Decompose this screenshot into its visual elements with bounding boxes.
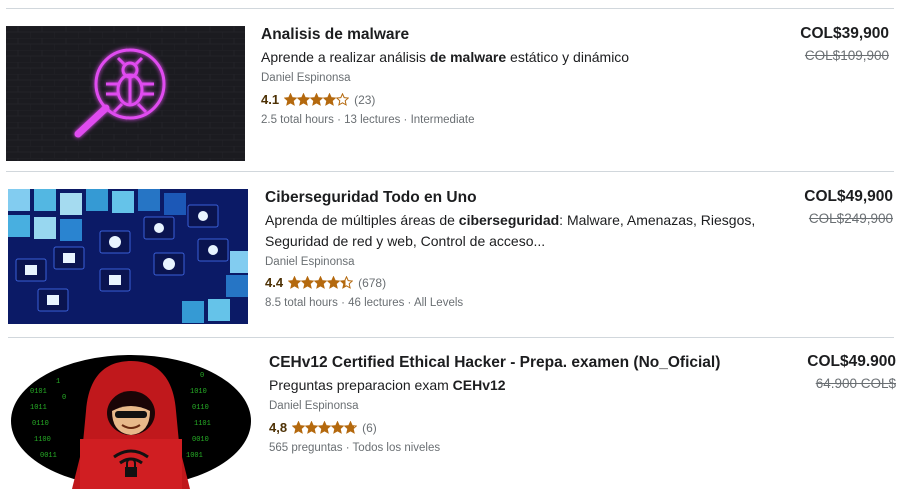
hooded-hacker-icon: 0101 1011 0110 1100 0011 1010 0110 1101 0010 1… (11, 355, 251, 489)
svg-text:1101: 1101 (194, 420, 211, 428)
rating-value: 4,8 (269, 420, 288, 435)
svg-text:1010: 1010 (190, 388, 207, 396)
star-icon (344, 421, 358, 434)
svg-text:1: 1 (56, 378, 60, 386)
course-rating-2: 4.4 (678) (265, 275, 386, 290)
course-rating-1: 4.1 (23) (261, 92, 375, 107)
security-tiles-icon (8, 189, 248, 324)
course-author-2: Daniel Espinonsa (265, 256, 355, 268)
row-divider-2 (8, 337, 894, 338)
course-title-3[interactable]: CEHv12 Certified Ethical Hacker - Prepa.… (269, 354, 720, 372)
svg-text:0101: 0101 (30, 388, 47, 396)
course-title-2[interactable]: Ciberseguridad Todo en Uno (265, 189, 477, 207)
svg-text:0: 0 (62, 394, 66, 402)
course-author-1: Daniel Espinonsa (261, 72, 351, 84)
magnifier-bug-icon (6, 26, 245, 161)
course-rating-3: 4,8 (6) (269, 420, 377, 435)
svg-text:1011: 1011 (30, 404, 47, 412)
star-icon (314, 276, 328, 289)
star-icon (297, 93, 311, 106)
star-icon (323, 93, 337, 106)
star-icon (318, 421, 332, 434)
svg-text:0110: 0110 (32, 420, 49, 428)
row-divider-1 (6, 171, 894, 172)
top-divider (6, 8, 894, 9)
star-icon (305, 421, 319, 434)
star-icon (327, 276, 341, 289)
course-description-3: Preguntas preparacion exam CEHv12 (269, 377, 506, 393)
svg-text:1100: 1100 (34, 436, 51, 444)
star-icon (292, 421, 306, 434)
star-icon (336, 93, 350, 106)
course-price-3: COL$49.900 (807, 353, 896, 370)
course-thumbnail-3[interactable]: 0101 1011 0110 1100 0011 1010 0110 1101 0010 1… (10, 353, 253, 489)
course-meta-1: 2.5 total hours · 13 lectures · Intermed… (261, 114, 475, 126)
star-icon (310, 93, 324, 106)
review-count: (678) (358, 275, 387, 290)
course-thumbnail-2[interactable] (8, 189, 248, 324)
rating-stars (284, 93, 350, 106)
star-icon (301, 276, 315, 289)
svg-text:0: 0 (200, 372, 204, 380)
course-author-3: Daniel Espinonsa (269, 400, 359, 412)
course-old-price-2: COL$249,900 (808, 211, 893, 226)
review-count: (23) (354, 92, 376, 107)
course-description-1: Aprende a realizar análisis de malware e… (261, 49, 630, 65)
course-price-2: COL$49,900 (804, 188, 893, 205)
rating-value: 4.4 (265, 275, 284, 290)
course-old-price-3: 64.900 COL$ (815, 376, 896, 391)
star-icon (284, 93, 298, 106)
rating-stars (292, 421, 358, 434)
review-count: (6) (362, 420, 377, 435)
rating-value: 4.1 (261, 92, 280, 107)
course-thumbnail-1[interactable] (6, 26, 245, 161)
svg-text:0010: 0010 (192, 436, 209, 444)
course-meta-2: 8.5 total hours · 46 lectures · All Leve… (265, 297, 464, 309)
course-title-1[interactable]: Analisis de malware (261, 26, 409, 44)
star-icon (340, 276, 354, 289)
course-price-1: COL$39,900 (800, 25, 889, 42)
star-icon (331, 421, 345, 434)
course-meta-3: 565 preguntas · Todos los niveles (269, 442, 441, 454)
svg-text:1001: 1001 (186, 452, 203, 460)
course-description-2: Aprenda de múltiples áreas de cibersegur… (265, 212, 756, 249)
star-icon (288, 276, 302, 289)
svg-text:0110: 0110 (192, 404, 209, 412)
svg-text:0011: 0011 (40, 452, 57, 460)
rating-stars (288, 276, 354, 289)
course-old-price-1: COL$109,900 (804, 48, 889, 63)
